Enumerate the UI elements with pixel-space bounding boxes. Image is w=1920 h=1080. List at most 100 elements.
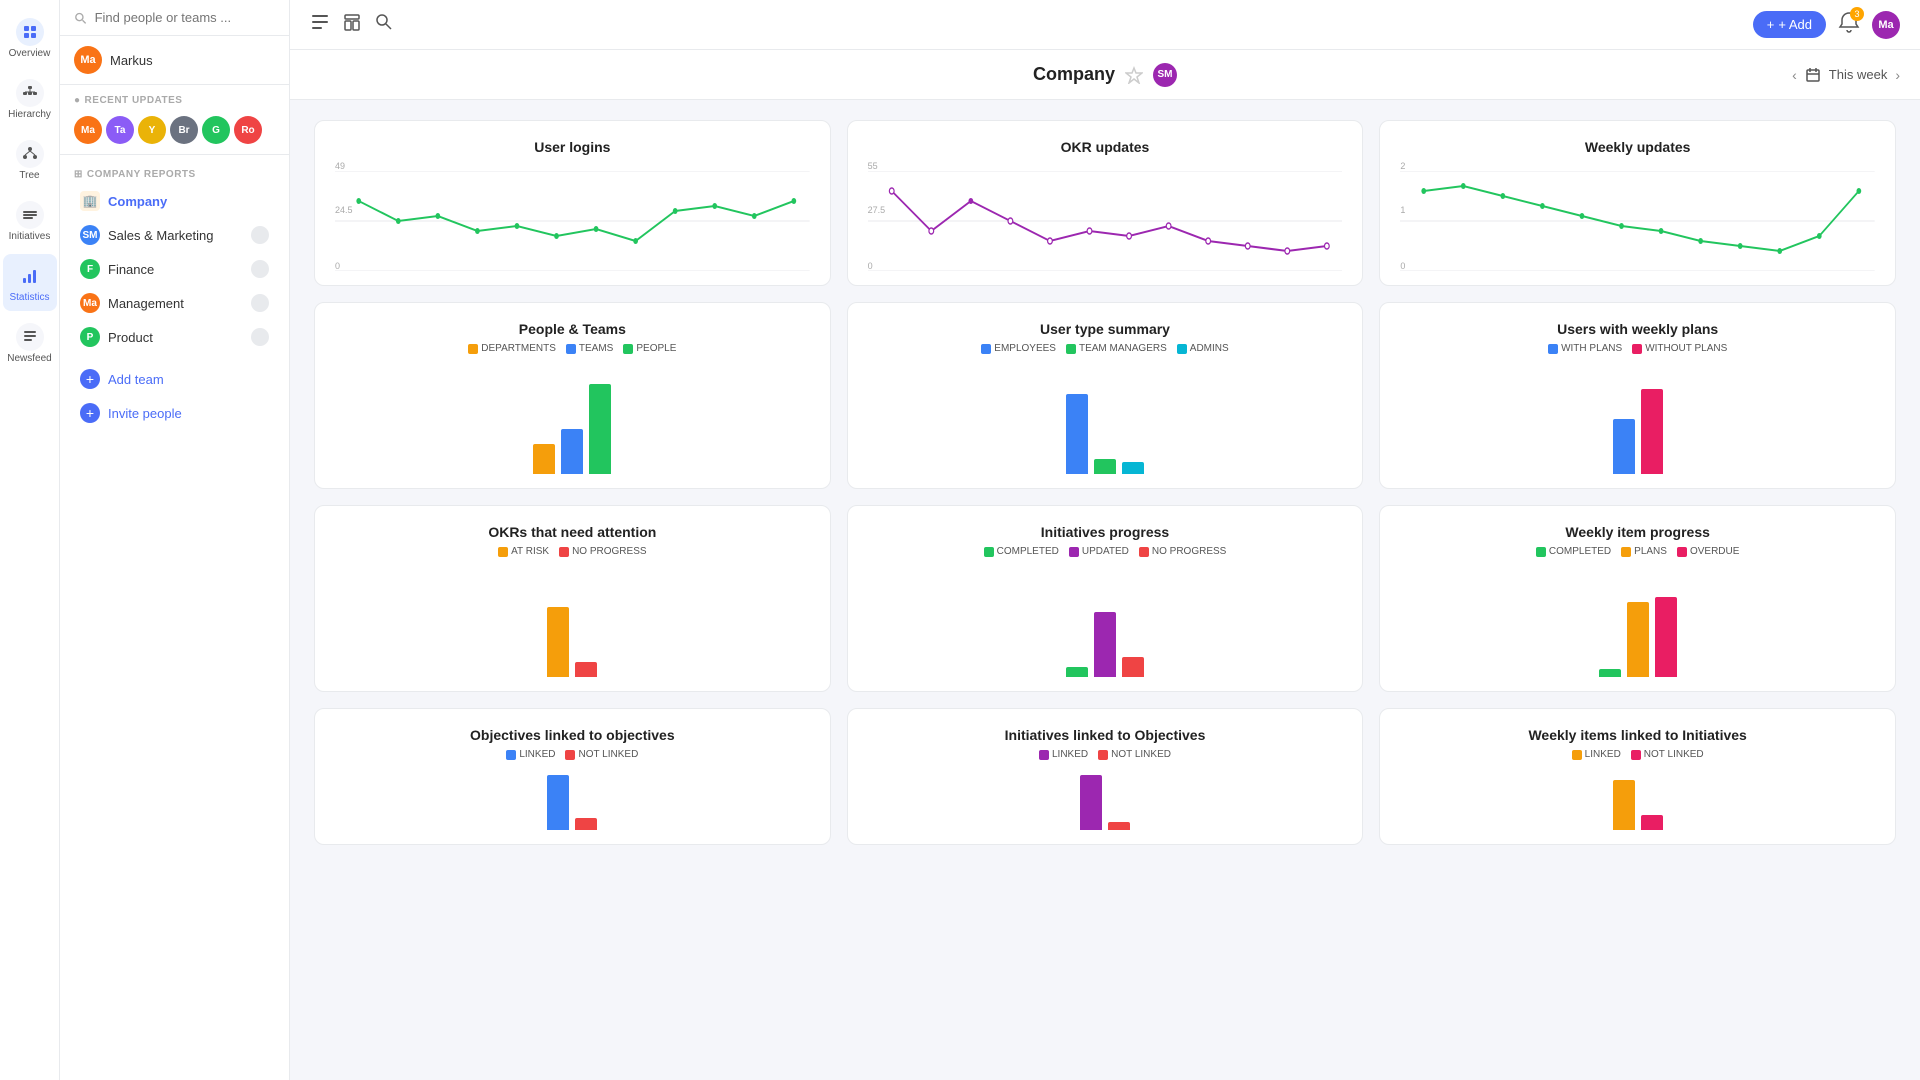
- line-chart-svg: [868, 171, 1343, 271]
- legend-item: COMPLETED: [984, 546, 1059, 557]
- sidebar-item-overview[interactable]: Overview: [3, 10, 57, 67]
- bar: [1080, 775, 1102, 830]
- sidebar-item-initiatives[interactable]: Initiatives: [3, 193, 57, 250]
- chart-okr-updates: OKR updates 55 27.5 0: [847, 120, 1364, 286]
- legend-item: OVERDUE: [1677, 546, 1739, 557]
- chart-weekly-item-progress: Weekly item progress COMPLETED PLANS OVE…: [1379, 505, 1896, 692]
- legend-dot: [1548, 344, 1558, 354]
- avatar[interactable]: Br: [170, 116, 198, 144]
- sidebar-item-hierarchy[interactable]: Hierarchy: [3, 71, 57, 128]
- y-label-bot: 0: [335, 261, 340, 271]
- star-icon[interactable]: [1125, 66, 1143, 84]
- chart-area: 2 1 0: [1400, 161, 1875, 271]
- menu-icon[interactable]: [310, 12, 330, 37]
- search-icon[interactable]: [374, 12, 394, 37]
- topbar: + + Add 3 Ma: [290, 0, 1920, 50]
- nav-item-product[interactable]: P Product: [66, 320, 283, 354]
- bar: [1641, 389, 1663, 474]
- legend-dot: [1536, 547, 1546, 557]
- bar: [1627, 602, 1649, 677]
- avatar[interactable]: Ma: [74, 116, 102, 144]
- product-avatar: P: [80, 327, 100, 347]
- add-team-icon: +: [80, 369, 100, 389]
- avatar[interactable]: Ta: [106, 116, 134, 144]
- notifications[interactable]: 3: [1838, 11, 1860, 38]
- chart-legend: WITH PLANS WITHOUT PLANS: [1400, 343, 1875, 354]
- line-chart-svg: [335, 171, 810, 271]
- legend-item: PEOPLE: [623, 343, 676, 354]
- prev-week-button[interactable]: ‹: [1792, 67, 1797, 83]
- layout-icon[interactable]: [342, 12, 362, 37]
- y-label-top: 2: [1400, 161, 1405, 171]
- legend-label: LINKED: [1052, 749, 1088, 760]
- bar: [1122, 462, 1144, 474]
- y-label-bot: 0: [868, 261, 873, 271]
- legend-label: PLANS: [1634, 546, 1667, 557]
- legend-label: NO PROGRESS: [572, 546, 646, 557]
- chart-area: [335, 364, 810, 474]
- invite-people-action[interactable]: + Invite people: [66, 396, 283, 430]
- search-icon: [74, 11, 87, 25]
- nav-item-management[interactable]: Ma Management: [66, 286, 283, 320]
- legend-label: COMPLETED: [997, 546, 1059, 557]
- sidebar-item-statistics[interactable]: Statistics: [3, 254, 57, 311]
- user-row: Ma Markus: [60, 36, 289, 85]
- add-team-action[interactable]: + Add team: [66, 362, 283, 396]
- nav-item-sales[interactable]: SM Sales & Marketing: [66, 218, 283, 252]
- chart-title: Objectives linked to objectives: [335, 727, 810, 743]
- legend-label: NO PROGRESS: [1152, 546, 1226, 557]
- legend-label: WITHOUT PLANS: [1645, 343, 1727, 354]
- page-header: Company SM ‹ This week ›: [290, 50, 1920, 100]
- sidebar-item-newsfeed[interactable]: Newsfeed: [3, 315, 57, 372]
- legend-item: UPDATED: [1069, 546, 1129, 557]
- bar: [533, 444, 555, 474]
- notification-badge: 3: [1850, 7, 1864, 21]
- chart-title: Users with weekly plans: [1400, 321, 1875, 337]
- chart-legend: DEPARTMENTS TEAMS PEOPLE: [335, 343, 810, 354]
- add-button[interactable]: + + Add: [1753, 11, 1826, 38]
- avatar[interactable]: Y: [138, 116, 166, 144]
- nav-item-finance[interactable]: F Finance: [66, 252, 283, 286]
- legend-dot: [1177, 344, 1187, 354]
- sidebar-item-tree[interactable]: Tree: [3, 132, 57, 189]
- chart-title: User type summary: [868, 321, 1343, 337]
- chart-user-logins: User logins 49 24.5 0: [314, 120, 831, 286]
- chart-title: OKR updates: [868, 139, 1343, 155]
- avatar[interactable]: G: [202, 116, 230, 144]
- avatar[interactable]: Ro: [234, 116, 262, 144]
- week-label[interactable]: This week: [1829, 67, 1888, 82]
- chart-legend: AT RISK NO PROGRESS: [335, 546, 810, 557]
- bar: [1094, 459, 1116, 474]
- hierarchy-icon: [16, 79, 44, 107]
- chart-initiatives-linked-objectives: Initiatives linked to Objectives LINKED …: [847, 708, 1364, 845]
- y-label-mid: 24.5: [335, 205, 353, 215]
- bar: [1655, 597, 1677, 677]
- legend-dot: [565, 750, 575, 760]
- nav-item-company[interactable]: 🏢 Company: [66, 184, 283, 218]
- sales-avatar: SM: [80, 225, 100, 245]
- chart-title: OKRs that need attention: [335, 524, 810, 540]
- search-input[interactable]: [95, 10, 275, 25]
- legend-label: COMPLETED: [1549, 546, 1611, 557]
- overview-icon: [16, 18, 44, 46]
- invite-people-icon: +: [80, 403, 100, 423]
- company-reports-section: ⊞ COMPANY REPORTS 🏢 Company SM Sales & M…: [60, 155, 289, 354]
- bar: [1613, 419, 1635, 474]
- legend-item: NO PROGRESS: [1139, 546, 1226, 557]
- user-avatar[interactable]: Ma: [1872, 11, 1900, 39]
- avatar: Ma: [74, 46, 102, 74]
- bar: [1599, 669, 1621, 677]
- chart-area: [1400, 770, 1875, 830]
- chart-area: [1400, 567, 1875, 677]
- bar: [1108, 822, 1130, 830]
- next-week-button[interactable]: ›: [1895, 67, 1900, 83]
- chart-okrs-attention: OKRs that need attention AT RISK NO PROG…: [314, 505, 831, 692]
- bar: [1094, 612, 1116, 677]
- newsfeed-icon: [16, 323, 44, 351]
- chart-legend: EMPLOYEES TEAM MANAGERS ADMINS: [868, 343, 1343, 354]
- legend-label: NOT LINKED: [578, 749, 638, 760]
- legend-label: NOT LINKED: [1111, 749, 1171, 760]
- search-area[interactable]: [60, 0, 289, 36]
- icon-sidebar: Overview Hierarchy Tree Initiatives Stat…: [0, 0, 60, 1080]
- legend-item: AT RISK: [498, 546, 549, 557]
